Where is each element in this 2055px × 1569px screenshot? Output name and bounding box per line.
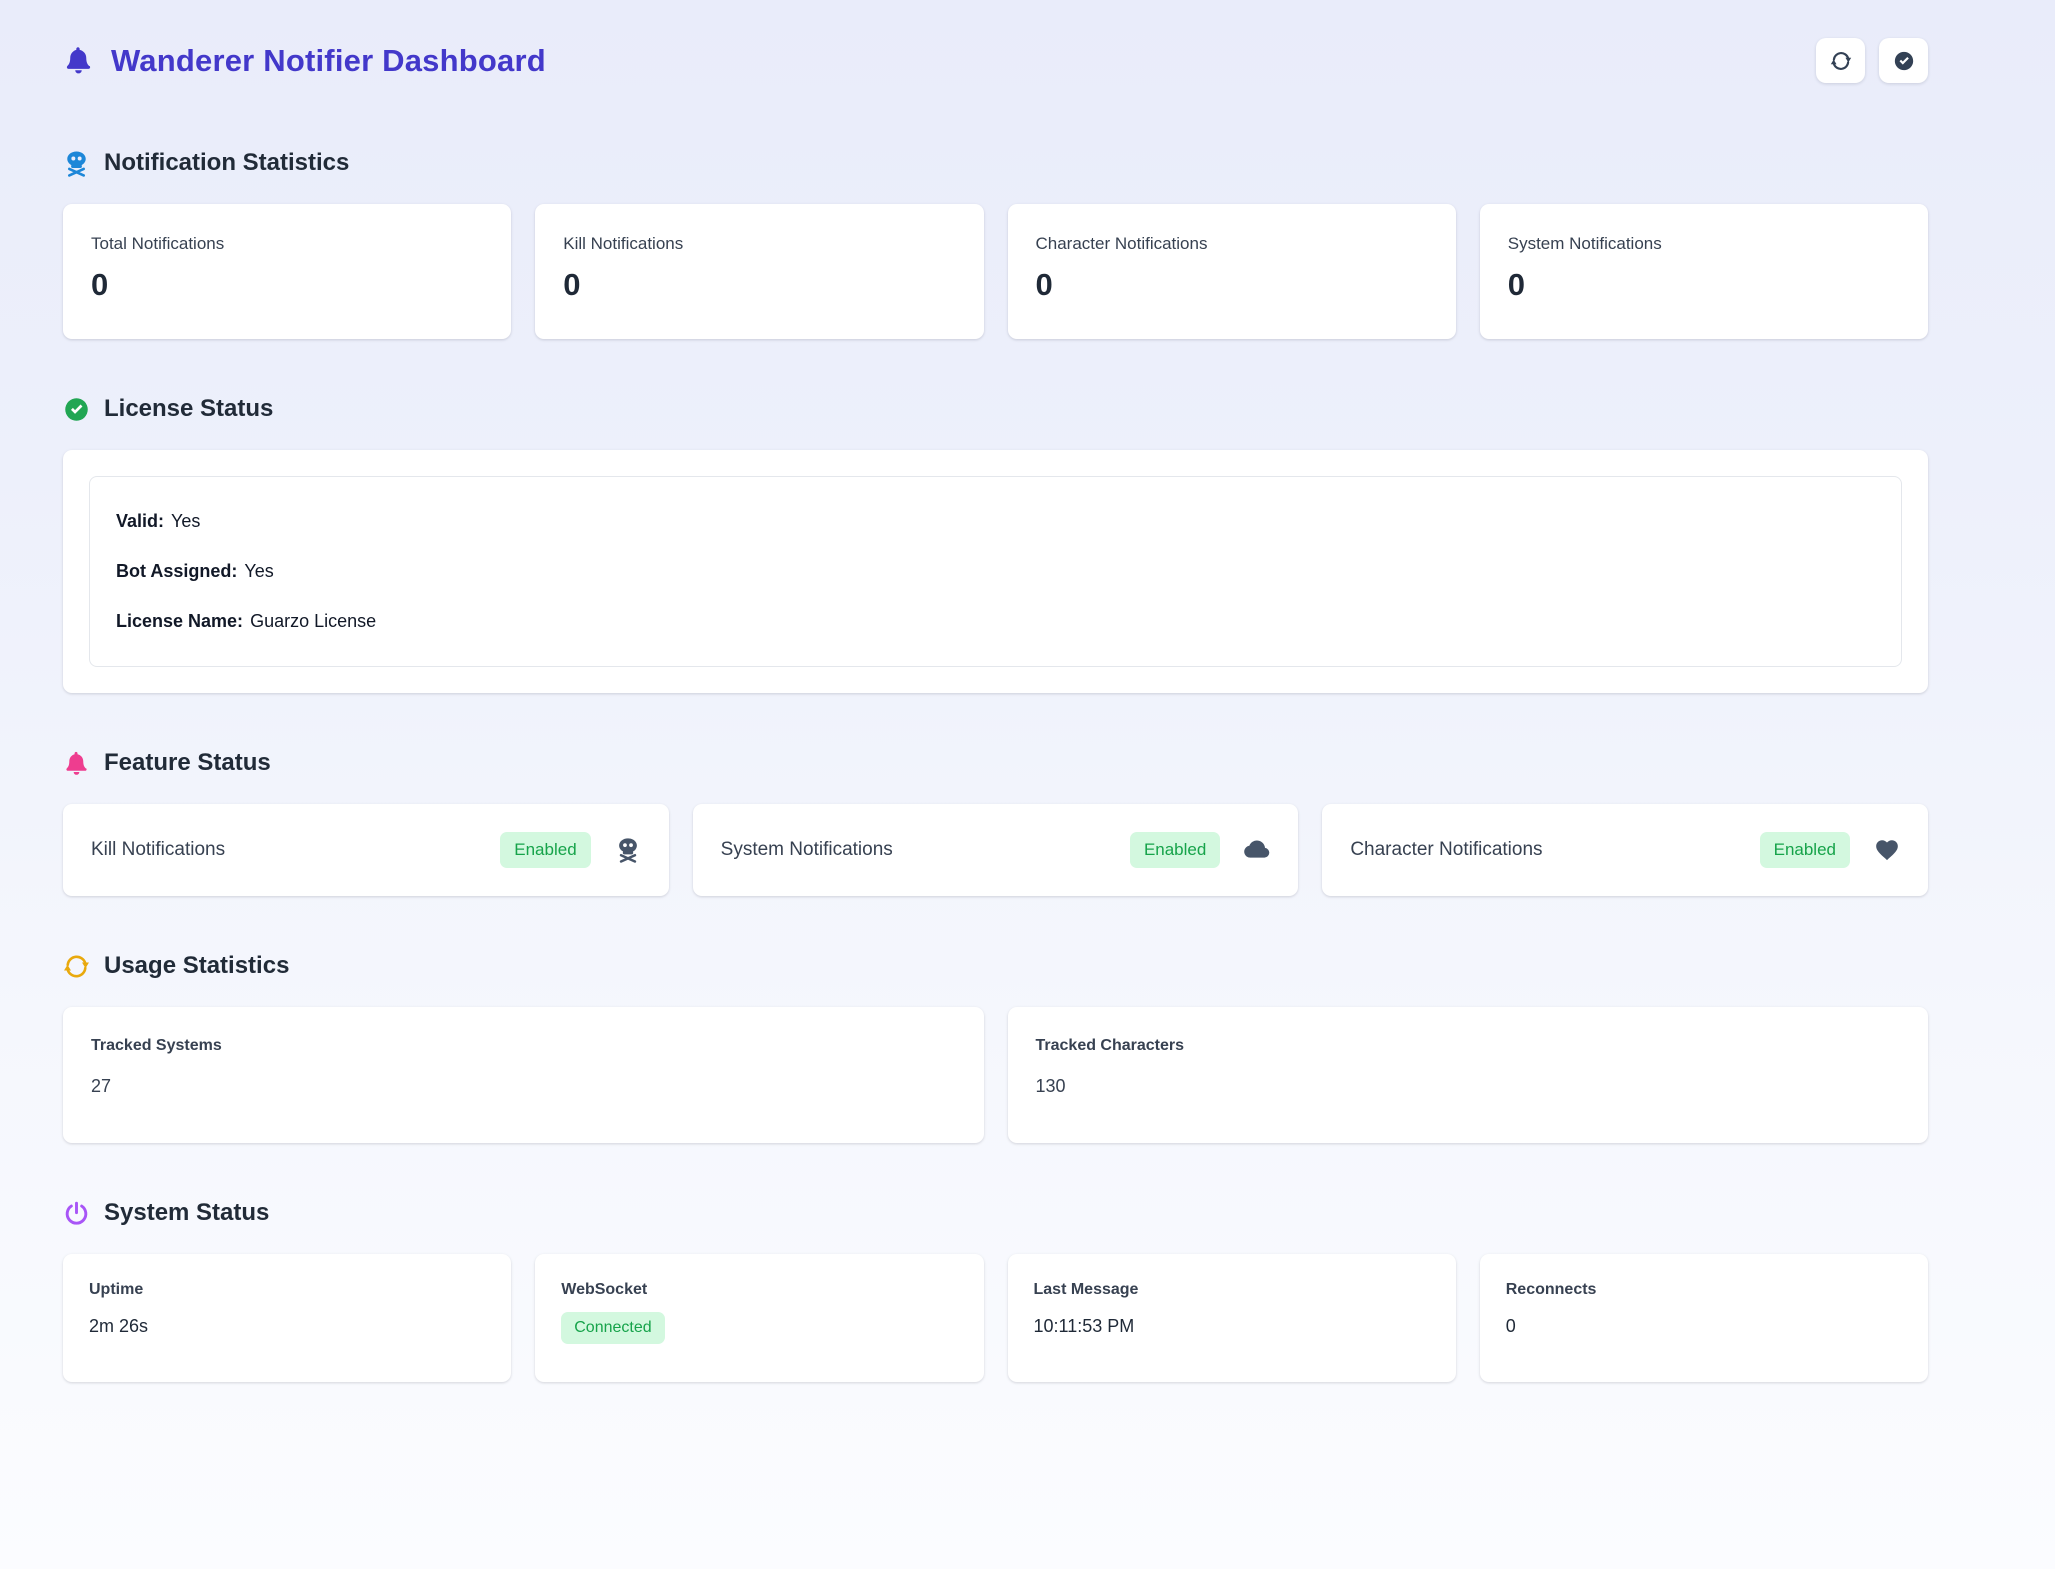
section-title-text: License Status bbox=[104, 395, 273, 423]
license-field-label: License Name: bbox=[116, 611, 243, 631]
page-title: Wanderer Notifier Dashboard bbox=[111, 43, 546, 79]
feature-status-wrap: Enabled bbox=[1130, 832, 1270, 868]
stat-label: Kill Notifications bbox=[563, 234, 955, 254]
feature-label: Kill Notifications bbox=[91, 839, 225, 861]
stat-value: 0 bbox=[1508, 267, 1900, 303]
feature-status-grid: Kill Notifications Enabled System Notifi… bbox=[63, 804, 1928, 896]
stat-value: 0 bbox=[563, 267, 955, 303]
connected-badge: Connected bbox=[561, 1312, 664, 1344]
refresh-button[interactable] bbox=[1816, 38, 1865, 83]
license-status-heading: License Status bbox=[63, 395, 1928, 423]
bell-icon bbox=[63, 45, 94, 76]
feature-status-wrap: Enabled bbox=[500, 832, 640, 868]
license-name-row: License Name: Guarzo License bbox=[116, 611, 1875, 632]
feature-label: Character Notifications bbox=[1350, 839, 1542, 861]
license-field-label: Bot Assigned: bbox=[116, 561, 237, 581]
stat-card-system-notifications: System Notifications 0 bbox=[1480, 204, 1928, 339]
system-card-reconnects: Reconnects 0 bbox=[1480, 1254, 1928, 1382]
section-system-status: System Status Uptime 2m 26s WebSocket Co… bbox=[63, 1199, 1928, 1382]
confirm-button[interactable] bbox=[1879, 38, 1928, 83]
system-value: 0 bbox=[1506, 1316, 1902, 1337]
license-field-label: Valid: bbox=[116, 511, 164, 531]
section-title-text: Feature Status bbox=[104, 749, 271, 777]
system-label: Reconnects bbox=[1506, 1281, 1902, 1299]
section-title-text: System Status bbox=[104, 1199, 269, 1227]
notification-statistics-heading: Notification Statistics bbox=[63, 149, 1928, 177]
sync-icon bbox=[1830, 50, 1852, 72]
license-bot-assigned-row: Bot Assigned: Yes bbox=[116, 561, 1875, 582]
notification-stats-grid: Total Notifications 0 Kill Notifications… bbox=[63, 204, 1928, 339]
usage-statistics-heading: Usage Statistics bbox=[63, 952, 1928, 980]
system-status-heading: System Status bbox=[63, 1199, 1928, 1227]
header: Wanderer Notifier Dashboard bbox=[63, 38, 1928, 83]
skull-crossbones-icon bbox=[63, 150, 90, 177]
stat-label: Character Notifications bbox=[1036, 234, 1428, 254]
stat-card-character-notifications: Character Notifications 0 bbox=[1008, 204, 1456, 339]
feature-card-character-notifications: Character Notifications Enabled bbox=[1322, 804, 1928, 896]
system-label: Uptime bbox=[89, 1281, 485, 1299]
license-field-value: Yes bbox=[171, 511, 200, 531]
dashboard-page: Wanderer Notifier Dashboard Notification… bbox=[0, 0, 2055, 1502]
license-field-value: Yes bbox=[244, 561, 273, 581]
status-badge: Enabled bbox=[500, 832, 590, 868]
usage-value: 130 bbox=[1036, 1076, 1901, 1097]
stat-card-total-notifications: Total Notifications 0 bbox=[63, 204, 511, 339]
websocket-status-wrap: Connected bbox=[561, 1312, 957, 1344]
license-card: Valid: Yes Bot Assigned: Yes License Name:… bbox=[63, 450, 1928, 693]
bell-icon bbox=[63, 750, 90, 777]
stat-card-kill-notifications: Kill Notifications 0 bbox=[535, 204, 983, 339]
system-card-websocket: WebSocket Connected bbox=[535, 1254, 983, 1382]
heart-icon bbox=[1874, 837, 1900, 863]
skull-crossbones-icon bbox=[615, 837, 641, 863]
check-circle-icon bbox=[1893, 50, 1915, 72]
usage-statistics-grid: Tracked Systems 27 Tracked Characters 13… bbox=[63, 1007, 1928, 1143]
usage-card-tracked-characters: Tracked Characters 130 bbox=[1008, 1007, 1929, 1143]
usage-card-tracked-systems: Tracked Systems 27 bbox=[63, 1007, 984, 1143]
stat-label: Total Notifications bbox=[91, 234, 483, 254]
usage-label: Tracked Systems bbox=[91, 1037, 956, 1055]
section-title-text: Usage Statistics bbox=[104, 952, 289, 980]
section-license-status: License Status Valid: Yes Bot Assigned: Ye… bbox=[63, 395, 1928, 693]
license-details-box: Valid: Yes Bot Assigned: Yes License Name:… bbox=[89, 476, 1902, 667]
system-value: 2m 26s bbox=[89, 1316, 485, 1337]
status-badge: Enabled bbox=[1760, 832, 1850, 868]
system-card-last-message: Last Message 10:11:53 PM bbox=[1008, 1254, 1456, 1382]
system-card-uptime: Uptime 2m 26s bbox=[63, 1254, 511, 1382]
sync-icon bbox=[63, 953, 90, 980]
title-wrap: Wanderer Notifier Dashboard bbox=[63, 43, 546, 79]
feature-label: System Notifications bbox=[721, 839, 893, 861]
header-actions bbox=[1816, 38, 1928, 83]
stat-value: 0 bbox=[1036, 267, 1428, 303]
feature-status-wrap: Enabled bbox=[1760, 832, 1900, 868]
feature-card-system-notifications: System Notifications Enabled bbox=[693, 804, 1299, 896]
feature-status-heading: Feature Status bbox=[63, 749, 1928, 777]
stat-label: System Notifications bbox=[1508, 234, 1900, 254]
status-badge: Enabled bbox=[1130, 832, 1220, 868]
check-circle-icon bbox=[63, 396, 90, 423]
section-title-text: Notification Statistics bbox=[104, 149, 349, 177]
license-field-value: Guarzo License bbox=[250, 611, 376, 631]
stat-value: 0 bbox=[91, 267, 483, 303]
usage-value: 27 bbox=[91, 1076, 956, 1097]
usage-label: Tracked Characters bbox=[1036, 1037, 1901, 1055]
system-value: 10:11:53 PM bbox=[1034, 1316, 1430, 1337]
power-icon bbox=[63, 1200, 90, 1227]
cloud-icon bbox=[1244, 837, 1270, 863]
section-notification-statistics: Notification Statistics Total Notificati… bbox=[63, 149, 1928, 339]
feature-card-kill-notifications: Kill Notifications Enabled bbox=[63, 804, 669, 896]
license-valid-row: Valid: Yes bbox=[116, 511, 1875, 532]
section-feature-status: Feature Status Kill Notifications Enable… bbox=[63, 749, 1928, 896]
system-label: WebSocket bbox=[561, 1281, 957, 1299]
system-status-grid: Uptime 2m 26s WebSocket Connected Last M… bbox=[63, 1254, 1928, 1382]
system-label: Last Message bbox=[1034, 1281, 1430, 1299]
section-usage-statistics: Usage Statistics Tracked Systems 27 Trac… bbox=[63, 952, 1928, 1143]
